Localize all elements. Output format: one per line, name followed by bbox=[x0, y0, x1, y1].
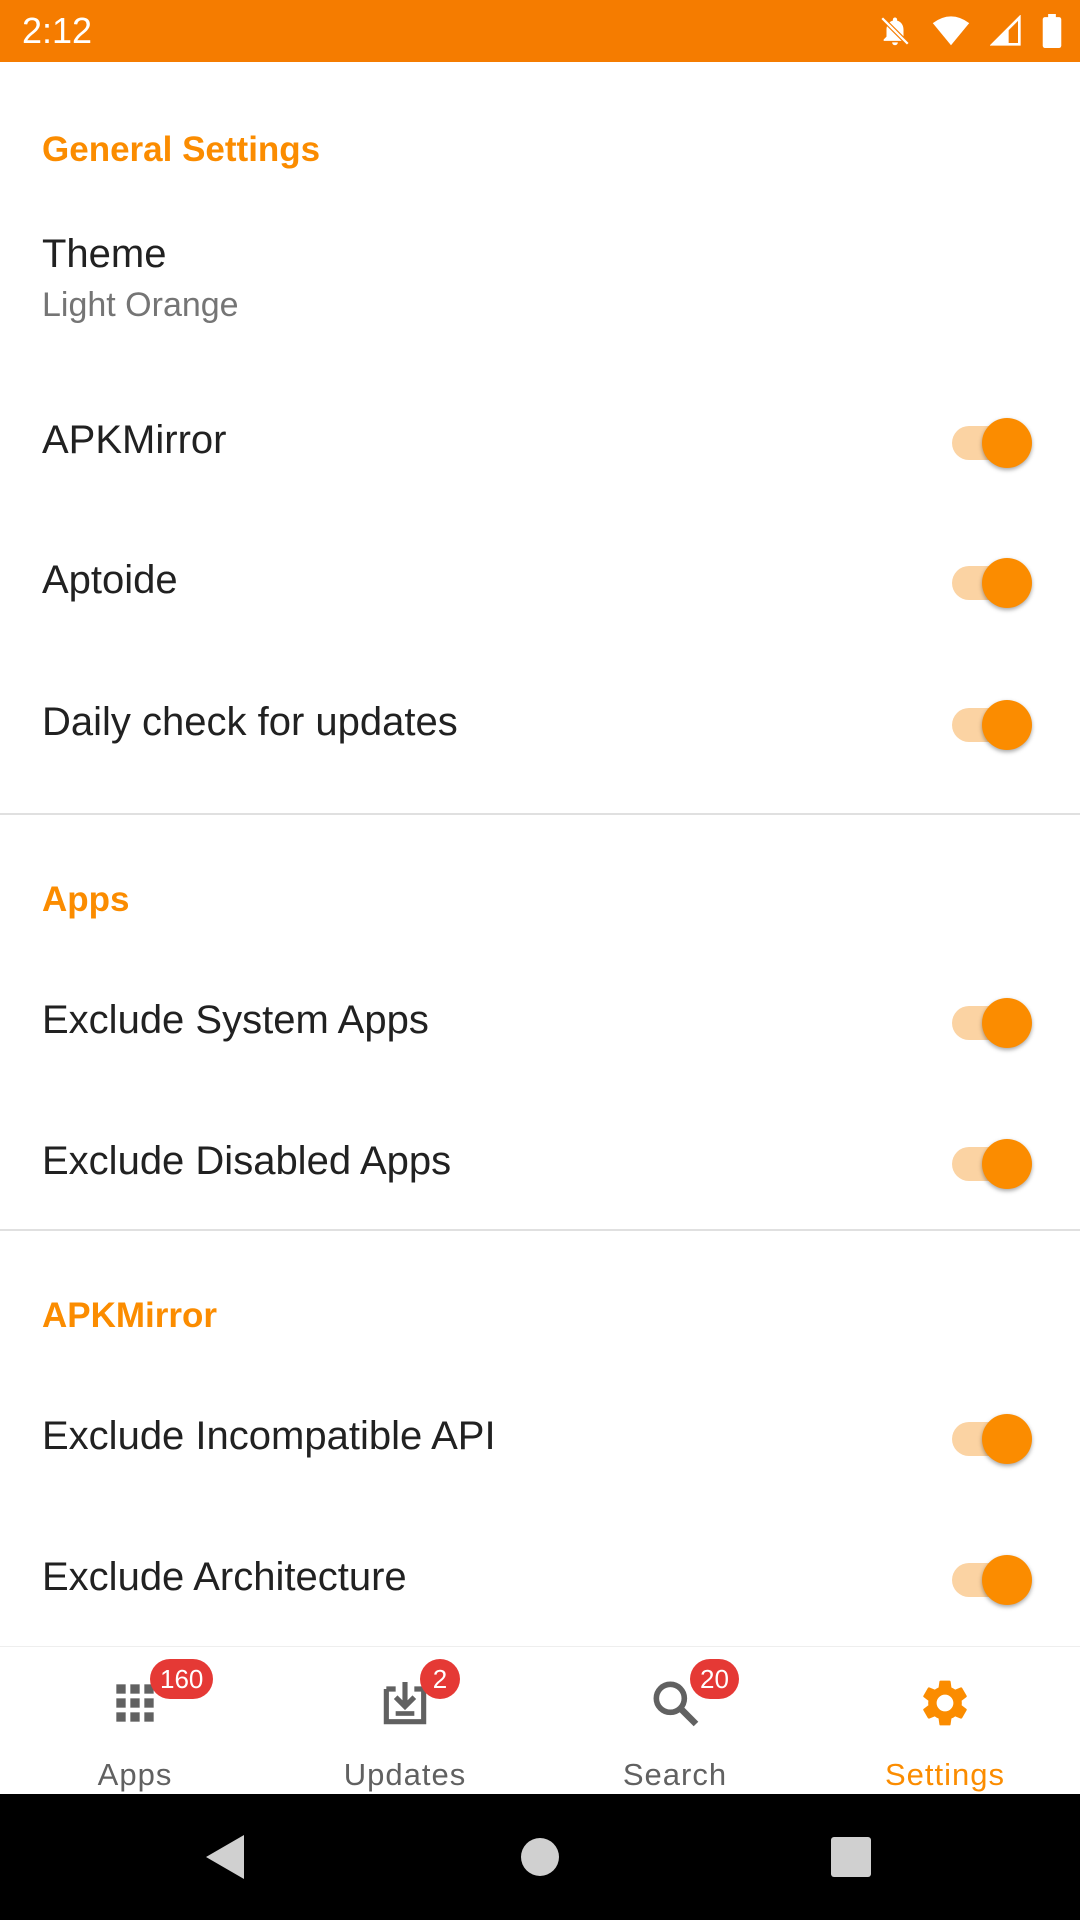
pref-title: Exclude Incompatible API bbox=[42, 1414, 496, 1458]
section-divider bbox=[0, 1229, 1080, 1231]
wifi-icon bbox=[932, 16, 970, 46]
pref-exclude-system-apps[interactable]: Exclude System Apps bbox=[0, 942, 1080, 1082]
nav-search-label: Search bbox=[622, 1757, 728, 1792]
pref-title: Aptoide bbox=[42, 558, 178, 602]
pref-theme[interactable]: Theme Light Orange bbox=[0, 192, 1080, 372]
section-header-general: General Settings bbox=[42, 130, 321, 169]
nav-settings-label: Settings bbox=[884, 1757, 1005, 1792]
nav-apps-label: Apps bbox=[97, 1757, 173, 1792]
pref-title: Daily check for updates bbox=[42, 700, 458, 744]
settings-list[interactable]: General Settings Theme Light Orange APKM… bbox=[0, 62, 1080, 1646]
status-time: 2:12 bbox=[22, 10, 93, 51]
pref-title: Exclude System Apps bbox=[42, 998, 429, 1042]
exclude-disabled-apps-switch[interactable] bbox=[952, 1133, 1032, 1189]
exclude-incompatible-api-switch[interactable] bbox=[952, 1408, 1032, 1464]
pref-title: Exclude Architecture bbox=[42, 1555, 407, 1599]
pref-apkmirror[interactable]: APKMirror bbox=[0, 372, 1080, 512]
system-navigation-bar bbox=[0, 1794, 1080, 1920]
section-header-apps: Apps bbox=[42, 880, 130, 919]
pref-exclude-architecture[interactable]: Exclude Architecture bbox=[0, 1498, 1080, 1638]
updates-badge: 2 bbox=[420, 1659, 460, 1699]
recents-icon[interactable] bbox=[831, 1837, 871, 1877]
nav-settings[interactable]: Settings bbox=[810, 1647, 1080, 1795]
nav-updates[interactable]: 2 Updates bbox=[270, 1647, 540, 1795]
pref-daily-check[interactable]: Daily check for updates bbox=[0, 652, 1080, 792]
exclude-system-apps-switch[interactable] bbox=[952, 992, 1032, 1048]
status-icons bbox=[878, 12, 1062, 50]
signal-icon bbox=[990, 15, 1021, 46]
home-icon[interactable] bbox=[520, 1837, 560, 1877]
section-divider bbox=[0, 813, 1080, 815]
pref-exclude-incompatible-api[interactable]: Exclude Incompatible API bbox=[0, 1358, 1080, 1498]
gear-icon bbox=[923, 1680, 967, 1726]
nav-apps[interactable]: 160 Apps bbox=[0, 1647, 270, 1795]
nav-search[interactable]: 20 Search bbox=[540, 1647, 810, 1795]
bottom-navigation: 160 Apps 2 Updates 20 Search Settings bbox=[0, 1646, 1080, 1795]
pref-title: Theme bbox=[42, 232, 167, 276]
aptoide-switch[interactable] bbox=[952, 552, 1032, 608]
search-badge: 20 bbox=[690, 1659, 739, 1699]
pref-title: APKMirror bbox=[42, 418, 227, 462]
pref-aptoide[interactable]: Aptoide bbox=[0, 512, 1080, 652]
battery-icon bbox=[1042, 14, 1062, 48]
pref-exclude-disabled-apps[interactable]: Exclude Disabled Apps bbox=[0, 1082, 1080, 1222]
apkmirror-switch[interactable] bbox=[952, 412, 1032, 468]
section-header-apkmirror: APKMirror bbox=[42, 1296, 218, 1335]
status-bar: 2:12 bbox=[0, 0, 1080, 62]
notifications-off-icon bbox=[880, 16, 910, 46]
pref-title: Exclude Disabled Apps bbox=[42, 1139, 452, 1183]
exclude-architecture-switch[interactable] bbox=[952, 1549, 1032, 1605]
nav-updates-label: Updates bbox=[343, 1757, 467, 1792]
pref-summary: Light Orange bbox=[42, 286, 239, 324]
apps-badge: 160 bbox=[150, 1659, 214, 1699]
daily-check-switch[interactable] bbox=[952, 694, 1032, 750]
back-icon[interactable] bbox=[202, 1832, 248, 1882]
